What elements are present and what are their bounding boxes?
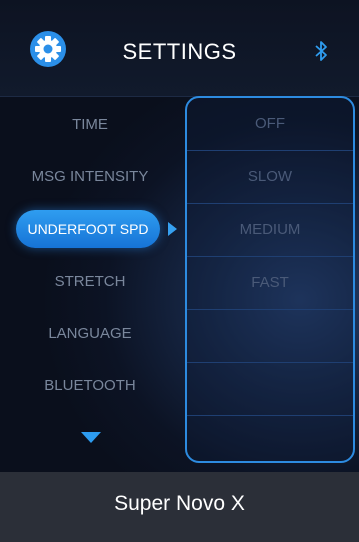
option-medium[interactable]: MEDIUM (187, 204, 353, 257)
option-empty (187, 416, 353, 461)
chevron-down-icon[interactable] (81, 432, 101, 443)
page-title: SETTINGS (122, 39, 237, 64)
options-panel: OFF SLOW MEDIUM FAST (185, 96, 355, 463)
settings-screen: SETTINGS TIME MSG INTENSITY UNDERFOOT SP… (0, 0, 359, 542)
menu-item-bluetooth[interactable]: BLUETOOTH (0, 366, 180, 406)
device-name: Super Novo X (114, 492, 245, 515)
option-empty (187, 310, 353, 363)
option-empty (187, 363, 353, 416)
selection-pointer-icon (168, 222, 177, 236)
header-bar: SETTINGS (0, 0, 359, 97)
menu-item-stretch[interactable]: STRETCH (0, 262, 180, 302)
option-off[interactable]: OFF (187, 98, 353, 151)
menu-item-msg-intensity[interactable]: MSG INTENSITY (0, 157, 180, 197)
option-fast[interactable]: FAST (187, 257, 353, 310)
menu-item-language[interactable]: LANGUAGE (0, 314, 180, 354)
menu-item-underfoot-spd[interactable]: UNDERFOOT SPD (16, 210, 160, 248)
option-slow[interactable]: SLOW (187, 151, 353, 204)
bluetooth-icon[interactable] (314, 40, 328, 62)
menu-item-time[interactable]: TIME (0, 105, 180, 145)
footer-bar: Super Novo X (0, 472, 359, 542)
